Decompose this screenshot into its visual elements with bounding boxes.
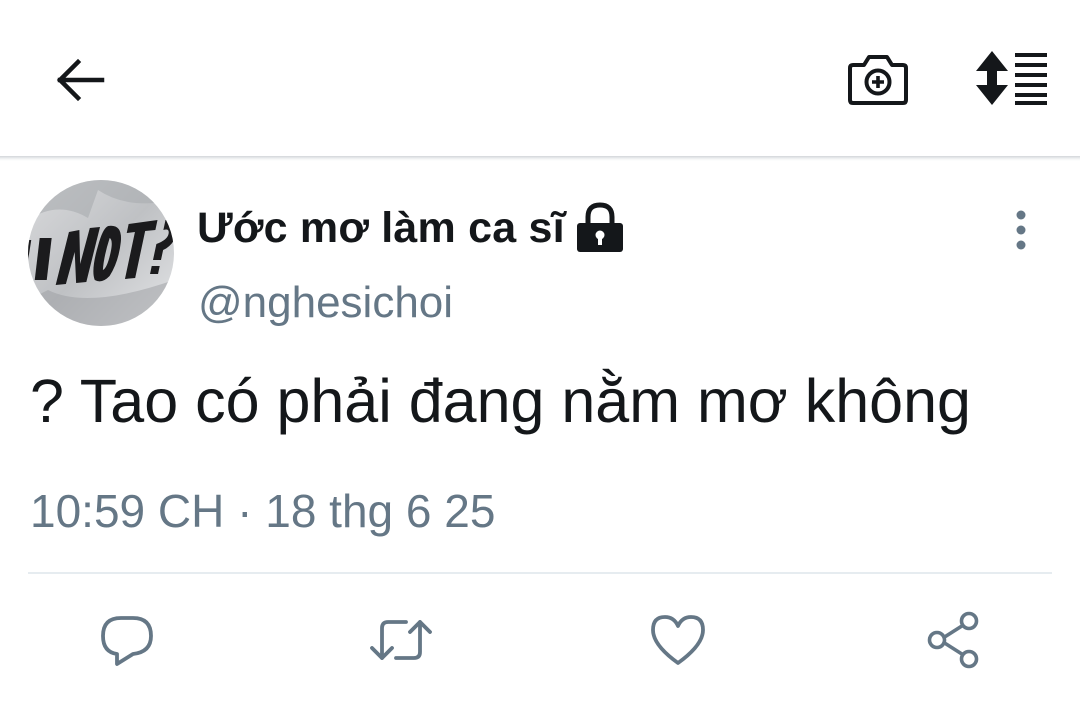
tweet-timestamp: 10:59 CH · 18 thg 6 25 — [30, 484, 495, 538]
actions-divider — [28, 572, 1052, 574]
more-options-button[interactable] — [998, 200, 1044, 260]
heart-icon — [651, 615, 705, 665]
user-handle[interactable]: @nghesichoi — [198, 278, 453, 328]
retweet-button[interactable] — [365, 604, 437, 676]
reply-icon — [101, 616, 153, 666]
meta-separator: · — [237, 485, 253, 537]
avatar-image — [28, 180, 174, 326]
tweet-time: 10:59 CH — [30, 485, 225, 537]
avatar[interactable] — [28, 180, 174, 326]
camera-button[interactable] — [840, 44, 916, 112]
lock-icon — [575, 202, 625, 254]
display-name[interactable]: Ước mơ làm ca sĩ — [197, 204, 565, 253]
arrow-left-icon — [56, 58, 105, 102]
like-button[interactable] — [642, 604, 714, 676]
camera-plus-icon — [848, 55, 908, 105]
sort-button[interactable] — [970, 44, 1054, 112]
sort-list-icon — [976, 51, 1047, 105]
app-bar-divider — [0, 156, 1080, 161]
display-name-row: Ước mơ làm ca sĩ — [197, 196, 625, 260]
more-vertical-icon — [1016, 210, 1026, 250]
back-button[interactable] — [45, 48, 115, 112]
share-button[interactable] — [918, 604, 990, 676]
tweet-date: 18 thg 6 25 — [265, 485, 496, 537]
reply-button[interactable] — [91, 604, 163, 676]
retweet-icon — [370, 620, 432, 660]
share-icon — [927, 611, 979, 669]
tweet-text: ? Tao có phải đang nằm mơ không — [30, 367, 971, 435]
top-app-bar — [0, 0, 1080, 156]
